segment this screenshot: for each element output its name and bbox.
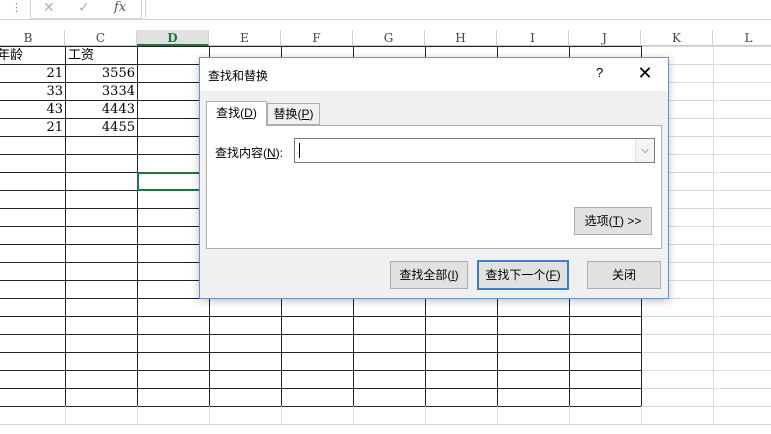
row-gridline: [0, 406, 641, 407]
column-gridline: [425, 406, 426, 424]
row-gridline: [0, 334, 641, 335]
row-gridline: [0, 424, 771, 425]
data-cell[interactable]: 3556: [65, 65, 137, 83]
column-gridline: [209, 406, 210, 424]
options-button[interactable]: 选项(T) >>: [574, 207, 652, 235]
tab-replace[interactable]: 替换(P): [267, 103, 320, 125]
find-all-label: 查找全部(: [399, 268, 452, 282]
close-button[interactable]: 关闭: [587, 261, 661, 289]
header-cell[interactable]: 工资: [65, 47, 137, 65]
find-next-button[interactable]: 查找下一个(F): [477, 260, 569, 290]
column-header-j[interactable]: J: [569, 30, 641, 46]
row-gridline: [641, 406, 771, 407]
find-all-button[interactable]: 查找全部(I): [390, 261, 468, 289]
column-gridline: [353, 406, 354, 424]
column-gridline: [569, 406, 570, 424]
chevron-down-icon[interactable]: ⌵: [635, 139, 654, 162]
column-header-b[interactable]: B: [0, 30, 65, 46]
column-header-l[interactable]: L: [713, 30, 771, 46]
data-cell[interactable]: 43: [0, 101, 65, 119]
row-gridline: [641, 334, 771, 335]
tab-find-key: D: [244, 106, 253, 120]
data-cell[interactable]: 21: [0, 65, 65, 83]
tab-replace-label: 替换(: [273, 107, 302, 121]
data-cell[interactable]: 21: [0, 119, 65, 137]
row-gridline: [641, 46, 771, 47]
column-header-k[interactable]: K: [641, 30, 713, 46]
options-suffix: ) >>: [619, 214, 642, 228]
row-gridline: [641, 388, 771, 389]
column-header-g[interactable]: G: [353, 30, 425, 46]
options-key: T: [612, 214, 620, 228]
tab-find-suffix: ): [252, 106, 257, 120]
column-header-h[interactable]: H: [425, 30, 497, 46]
column-header-e[interactable]: E: [209, 30, 281, 46]
find-what-suffix: ):: [275, 146, 284, 160]
column-header-f[interactable]: F: [281, 30, 353, 46]
find-next-key: F: [549, 268, 557, 282]
column-gridline: [497, 406, 498, 424]
tab-find-label: 查找(: [216, 106, 245, 120]
row-gridline: [641, 352, 771, 353]
dialog-title: 查找和替换: [208, 69, 269, 83]
column-gridline: [65, 406, 66, 424]
column-gridline: [281, 406, 282, 424]
find-all-suffix: ): [454, 268, 459, 282]
tab-replace-suffix: ): [309, 107, 314, 121]
text-caret: [299, 143, 300, 158]
find-what-text: 查找内容(: [215, 146, 267, 160]
options-label: 选项(: [584, 214, 613, 228]
data-cell[interactable]: 3334: [65, 83, 137, 101]
find-next-label: 查找下一个(: [485, 268, 550, 282]
find-what-input[interactable]: ⌵: [294, 138, 655, 163]
row-gridline: [0, 388, 641, 389]
find-next-suffix: ): [556, 268, 561, 282]
find-tab-panel: 查找内容(N): ⌵ 选项(T) >>: [206, 125, 662, 249]
dialog-titlebar[interactable]: 查找和替换 ? ✕: [200, 58, 668, 91]
column-header-d[interactable]: D: [137, 30, 209, 46]
row-gridline: [0, 316, 641, 317]
close-icon[interactable]: ✕: [632, 62, 658, 86]
column-header-i[interactable]: I: [497, 30, 569, 46]
column-header-c[interactable]: C: [65, 30, 137, 46]
row-gridline: [0, 370, 641, 371]
column-gridline: [137, 46, 138, 406]
tab-replace-key: P: [301, 107, 310, 121]
data-cell[interactable]: 4443: [65, 101, 137, 119]
row-gridline: [0, 352, 641, 353]
column-gridline: [641, 406, 642, 424]
tab-find[interactable]: 查找(D): [206, 101, 267, 126]
find-replace-dialog: 查找和替换 ? ✕ 查找(D) 替换(P) 查找内容(N): ⌵ 选项(T) >…: [199, 57, 669, 299]
row-gridline: [641, 316, 771, 317]
row-gridline: [641, 370, 771, 371]
column-gridline: [137, 406, 138, 424]
data-cell[interactable]: 33: [0, 83, 65, 101]
find-what-key: N: [267, 146, 276, 160]
column-gridline: [713, 46, 714, 424]
data-cell[interactable]: 4455: [65, 119, 137, 137]
header-cell[interactable]: 年龄: [0, 47, 67, 65]
help-icon[interactable]: ?: [596, 65, 603, 80]
find-what-label: 查找内容(N):: [215, 144, 283, 161]
